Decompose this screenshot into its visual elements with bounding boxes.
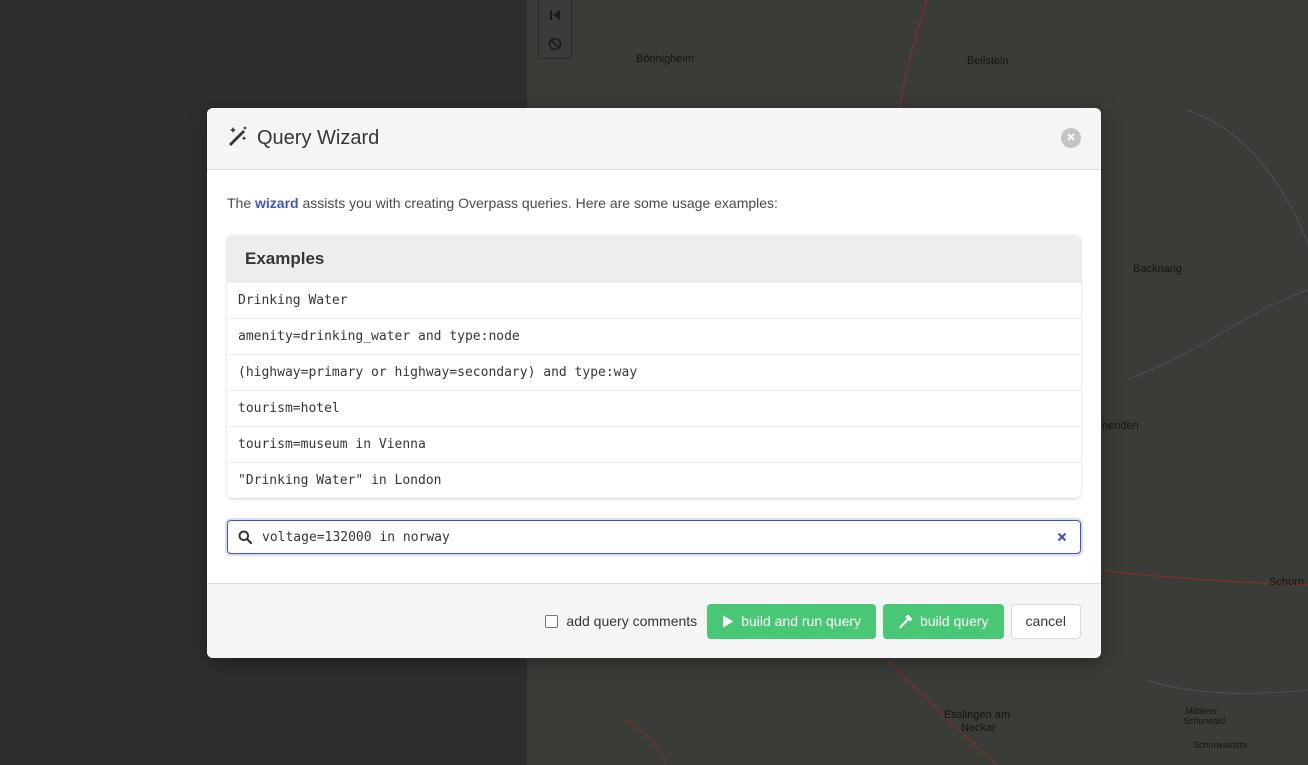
close-button[interactable]	[1061, 128, 1081, 148]
build-query-label: build query	[920, 613, 989, 629]
magic-wand-icon	[227, 125, 249, 152]
example-item[interactable]: "Drinking Water" in London	[227, 462, 1081, 498]
examples-panel: Examples Drinking Water amenity=drinking…	[227, 235, 1081, 498]
modal-footer: add query comments build and run query b…	[207, 583, 1101, 658]
cancel-button[interactable]: cancel	[1010, 603, 1081, 639]
wizard-search-input[interactable]	[262, 523, 1044, 551]
map-label: Mittlerer	[1185, 706, 1218, 716]
map-label: Schurwaldsta	[1193, 740, 1248, 750]
query-comments-label: add query comments	[566, 613, 698, 629]
intro-text: The wizard assists you with creating Ove…	[227, 194, 1081, 212]
modal-body: The wizard assists you with creating Ove…	[207, 194, 1101, 554]
example-item[interactable]: tourism=museum in Vienna	[227, 426, 1081, 462]
example-item[interactable]: amenity=drinking_water and type:node	[227, 318, 1081, 354]
map-label: Esslingen am	[944, 709, 1011, 721]
modal-header: Query Wizard	[207, 108, 1101, 170]
modal-title: Query Wizard	[257, 127, 380, 149]
search-icon	[228, 530, 262, 544]
map-label: Schurwald	[1183, 716, 1226, 726]
intro-suffix: assists you with creating Overpass queri…	[298, 195, 778, 211]
map-controls	[538, 0, 572, 59]
build-and-run-label: build and run query	[741, 613, 862, 629]
example-item[interactable]: Drinking Water	[227, 282, 1081, 318]
query-comments-option[interactable]: add query comments	[545, 613, 697, 629]
examples-heading: Examples	[227, 235, 1081, 282]
intro-prefix: The	[227, 195, 256, 211]
query-comments-checkbox[interactable]	[545, 614, 559, 628]
wizard-link[interactable]: wizard	[255, 195, 299, 211]
map-label: Backnang	[1133, 263, 1182, 275]
map-label: nenden	[1102, 420, 1139, 432]
map-label: Bönnigheim	[636, 53, 695, 65]
build-and-run-button[interactable]: build and run query	[707, 603, 877, 639]
query-wizard-modal: Query Wizard The wizard assists you with…	[207, 108, 1101, 658]
wizard-search-box	[227, 520, 1081, 554]
cancel-label: cancel	[1025, 613, 1066, 629]
play-icon	[722, 615, 734, 628]
map-label: Schorn	[1269, 576, 1304, 588]
close-icon	[1066, 129, 1076, 147]
hammer-icon	[898, 614, 913, 629]
clear-search-icon[interactable]	[1044, 532, 1080, 542]
build-query-button[interactable]: build query	[883, 603, 1004, 639]
example-item[interactable]: (highway=primary or highway=secondary) a…	[227, 354, 1081, 390]
example-item[interactable]: tourism=hotel	[227, 390, 1081, 426]
map-label: Neckar	[961, 722, 996, 734]
block-icon[interactable]	[539, 29, 571, 58]
map-label: Beilstein	[967, 55, 1009, 67]
skip-back-icon[interactable]	[539, 0, 571, 29]
